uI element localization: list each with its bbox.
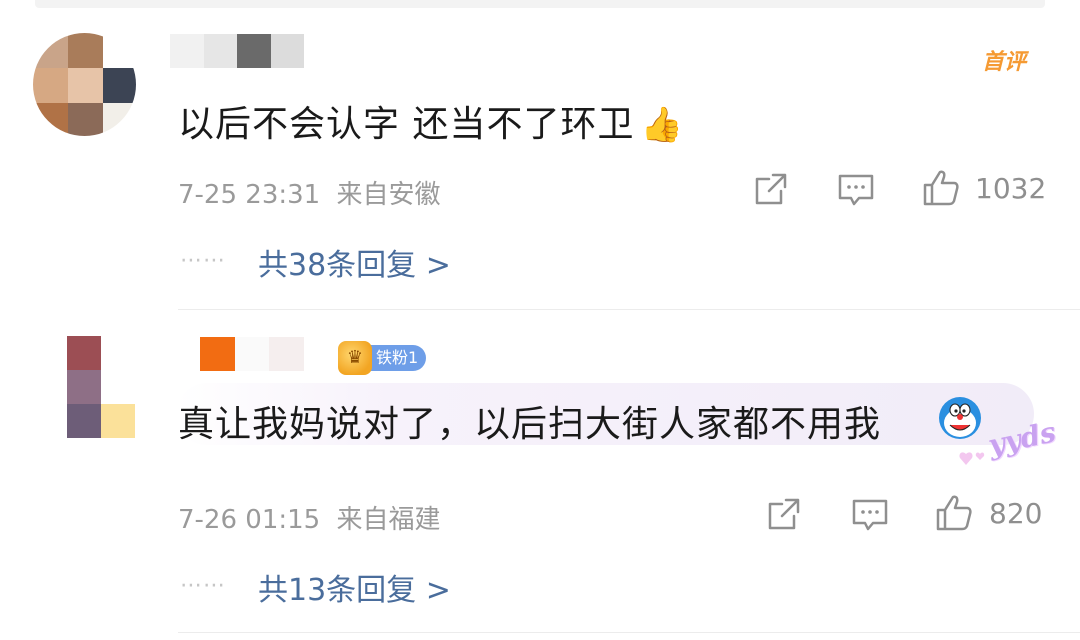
comment-icon[interactable] (837, 172, 875, 208)
avatar[interactable] (33, 33, 136, 136)
divider (178, 309, 1080, 310)
divider (178, 632, 1080, 633)
username-blurred[interactable] (170, 34, 304, 68)
thumbs-up-icon[interactable] (934, 493, 974, 533)
username-blurred[interactable] (200, 337, 304, 371)
share-edit-icon[interactable] (753, 171, 789, 207)
fan-crown-icon: ♛ (338, 341, 372, 375)
reply-dots: ⋯⋯ (180, 248, 226, 273)
timestamp: 7-25 23:31 (178, 180, 321, 210)
thumbs-up-icon[interactable] (921, 168, 961, 208)
yyds-sticker: yyds (958, 415, 1068, 468)
share-edit-icon[interactable] (766, 496, 802, 532)
view-replies-link[interactable]: 共38条回复 > (258, 240, 451, 284)
hearts-icon (959, 452, 985, 465)
avatar[interactable] (67, 336, 135, 438)
comment-meta: 7-26 01:15 来自福建 (178, 499, 440, 536)
like-count: 1032 (975, 172, 1047, 205)
previous-item-edge (35, 0, 1045, 8)
thumbs-up-emoji: 👍 (640, 105, 684, 145)
timestamp: 7-26 01:15 (178, 505, 321, 535)
location: 来自安徽 (336, 180, 441, 210)
reply-dots: ⋯⋯ (180, 573, 226, 598)
comment-meta: 7-25 23:31 来自安徽 (178, 174, 440, 211)
first-comment-badge: 首评 (982, 50, 1027, 75)
comment-text: 真让我妈说对了，以后扫大街人家都不用我 (178, 404, 882, 445)
location: 来自福建 (336, 505, 441, 535)
comment-icon[interactable] (851, 497, 889, 533)
like-count: 820 (989, 497, 1043, 530)
comment-text: 以后不会认字 还当不了环卫 👍 (178, 104, 684, 145)
view-replies-link[interactable]: 共13条回复 > (258, 565, 451, 609)
